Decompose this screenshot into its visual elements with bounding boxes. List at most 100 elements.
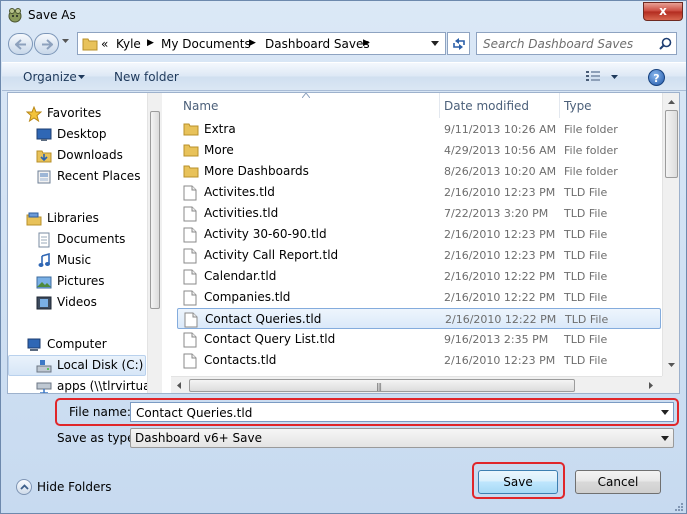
file-date-modified: 2/16/2010 12:22 PM xyxy=(445,313,557,326)
file-row[interactable]: More 4/29/2013 10:56 AM File folder xyxy=(177,140,661,161)
file-name: Contact Query List.tld xyxy=(204,332,336,346)
arrow-left-icon xyxy=(15,39,26,50)
refresh-icon xyxy=(453,38,465,50)
scrollbar-thumb[interactable] xyxy=(665,110,678,178)
refresh-button[interactable] xyxy=(447,32,470,55)
column-header-date[interactable]: Date modified xyxy=(440,93,559,118)
resize-grip-icon[interactable] xyxy=(673,501,684,512)
file-date-modified: 2/16/2010 12:22 PM xyxy=(444,291,556,304)
file-row[interactable]: Contact Queries.tld 2/16/2010 12:22 PM TLD… xyxy=(177,308,661,329)
music-icon xyxy=(38,253,50,267)
file-date-modified: 9/11/2013 10:26 AM xyxy=(444,123,557,136)
scroll-right-icon[interactable] xyxy=(649,382,653,389)
file-date-modified: 8/26/2013 10:20 AM xyxy=(444,165,557,178)
file-row[interactable]: Calendar.tld 2/16/2010 12:22 PM TLD File xyxy=(177,266,661,287)
close-button[interactable]: x xyxy=(643,2,683,21)
chevron-right-icon[interactable]: ▶ xyxy=(249,38,256,48)
save-as-type-label: Save as type: xyxy=(57,431,139,445)
file-type: TLD File xyxy=(564,291,608,304)
chevron-down-icon[interactable] xyxy=(431,41,439,46)
app-icon xyxy=(7,7,23,23)
column-header-type[interactable]: Type xyxy=(560,93,660,118)
network-drive-icon xyxy=(36,382,52,393)
file-icon xyxy=(183,332,197,351)
file-type: TLD File xyxy=(564,249,608,262)
file-name: Companies.tld xyxy=(204,290,291,304)
address-overflow[interactable]: « xyxy=(101,37,108,51)
file-list-horizontal-scrollbar[interactable]: ||| xyxy=(171,376,662,393)
help-button[interactable]: ? xyxy=(648,69,665,86)
libraries-icon xyxy=(26,212,42,226)
file-name: Activity Call Report.tld xyxy=(204,248,339,262)
file-name: Calendar.tld xyxy=(204,269,277,283)
recent-places-icon xyxy=(37,170,51,184)
chevron-down-icon[interactable] xyxy=(611,75,618,79)
file-list-vertical-scrollbar[interactable] xyxy=(662,93,679,376)
breadcrumb-kyle[interactable]: Kyle xyxy=(116,37,141,51)
file-row[interactable]: Activites.tld 2/16/2010 12:23 PM TLD File xyxy=(177,182,661,203)
save-as-type-value: Dashboard v6+ Save xyxy=(135,431,262,445)
folder-icon xyxy=(183,164,199,181)
file-date-modified: 7/22/2013 3:20 PM xyxy=(444,207,549,220)
search-icon[interactable] xyxy=(659,37,672,50)
file-row[interactable]: Contacts.tld 2/16/2010 12:23 PM TLD File xyxy=(177,350,661,371)
arrow-right-icon xyxy=(42,39,53,50)
forward-button[interactable] xyxy=(34,33,59,55)
scrollbar-thumb[interactable]: ||| xyxy=(189,379,575,392)
file-name: Activites.tld xyxy=(204,185,275,199)
search-input[interactable] xyxy=(483,36,653,52)
file-date-modified: 2/16/2010 12:22 PM xyxy=(444,270,556,283)
file-icon xyxy=(183,353,197,372)
file-name: Contact Queries.tld xyxy=(205,312,322,326)
file-name: Activities.tld xyxy=(204,206,279,220)
title-bar[interactable]: Save As x xyxy=(1,1,686,29)
scroll-left-icon[interactable] xyxy=(177,382,181,389)
pane-splitter[interactable] xyxy=(162,93,171,393)
file-date-modified: 2/16/2010 12:23 PM xyxy=(444,354,556,367)
file-row[interactable]: Companies.tld 2/16/2010 12:22 PM TLD File xyxy=(177,287,661,308)
file-row[interactable]: Activities.tld 7/22/2013 3:20 PM TLD File xyxy=(177,203,661,224)
file-icon xyxy=(183,248,197,267)
cancel-button[interactable]: Cancel xyxy=(575,470,661,494)
file-row[interactable]: Contact Query List.tld 9/16/2013 2:35 PM T… xyxy=(177,329,661,350)
nav-local-disk[interactable]: Local Disk (C:) xyxy=(8,355,146,376)
organize-button[interactable]: Organize xyxy=(23,70,77,84)
file-row[interactable]: Activity Call Report.tld 2/16/2010 12:23 … xyxy=(177,245,661,266)
view-details-icon[interactable] xyxy=(585,70,601,84)
column-header-name[interactable]: Name xyxy=(171,93,438,118)
scroll-up-icon[interactable] xyxy=(668,100,675,104)
grip-icon: ||| xyxy=(376,382,382,391)
new-folder-button[interactable]: New folder xyxy=(114,70,179,84)
file-icon xyxy=(183,185,197,204)
window-title: Save As xyxy=(28,8,76,22)
chevron-down-icon[interactable] xyxy=(78,75,85,79)
address-bar[interactable]: « Kyle ▶ My Documents ▶ Dashboard Saves … xyxy=(77,32,446,55)
search-box[interactable] xyxy=(476,32,677,55)
computer-icon xyxy=(27,338,41,351)
save-button-highlight xyxy=(472,462,565,499)
file-row[interactable]: Activity 30-60-90.tld 2/16/2010 12:23 PM T… xyxy=(177,224,661,245)
chevron-right-icon[interactable]: ▶ xyxy=(363,38,370,48)
chevron-down-icon[interactable] xyxy=(661,436,669,441)
recent-pages-dropdown-icon[interactable] xyxy=(62,39,69,44)
navigation-scrollbar[interactable] xyxy=(147,93,162,393)
breadcrumb-my-documents[interactable]: My Documents xyxy=(161,37,251,51)
file-row[interactable]: Extra 9/11/2013 10:26 AM File folder xyxy=(177,119,661,140)
breadcrumb-dashboard-saves[interactable]: Dashboard Saves xyxy=(265,37,370,51)
file-type: TLD File xyxy=(564,354,608,367)
file-name: Contacts.tld xyxy=(204,353,277,367)
file-name: More Dashboards xyxy=(204,164,309,178)
scrollbar-corner xyxy=(662,376,679,393)
star-icon xyxy=(26,106,42,122)
chevron-up-icon xyxy=(16,479,32,495)
save-as-type-select[interactable]: Dashboard v6+ Save xyxy=(130,428,674,448)
chevron-right-icon[interactable]: ▶ xyxy=(147,38,154,48)
file-list: Name Date modified Type Extra 9/11/2013 1… xyxy=(171,93,679,393)
scrollbar-thumb[interactable] xyxy=(150,111,160,309)
command-bar: Organize New folder ? xyxy=(2,62,686,91)
file-name-highlight xyxy=(55,398,679,426)
file-row[interactable]: More Dashboards 8/26/2013 10:20 AM File fo… xyxy=(177,161,661,182)
scroll-down-icon[interactable] xyxy=(668,363,675,367)
file-date-modified: 4/29/2013 10:56 AM xyxy=(444,144,557,157)
back-button[interactable] xyxy=(8,33,33,55)
